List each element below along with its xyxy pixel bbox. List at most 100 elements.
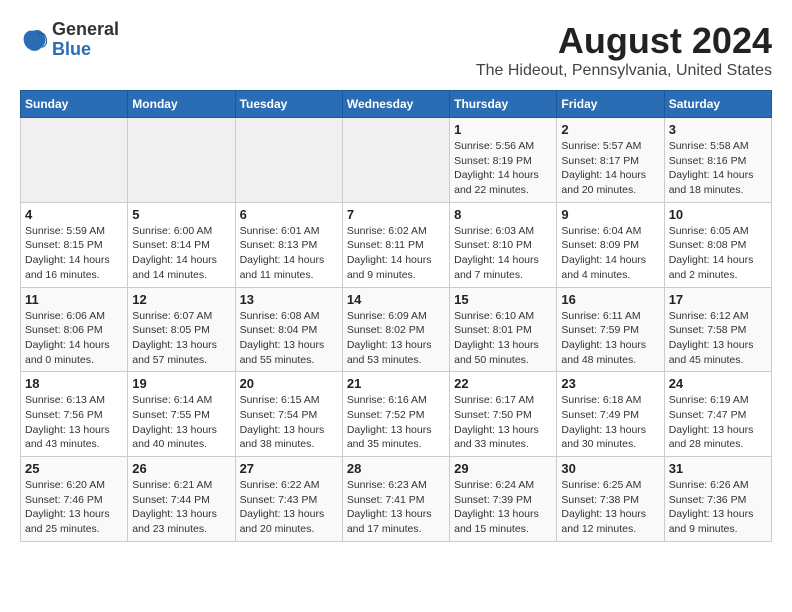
day-info: Sunrise: 6:04 AM Sunset: 8:09 PM Dayligh… — [561, 224, 659, 283]
day-number: 20 — [240, 376, 338, 391]
calendar-cell — [128, 118, 235, 203]
day-number: 25 — [25, 461, 123, 476]
day-info: Sunrise: 6:10 AM Sunset: 8:01 PM Dayligh… — [454, 309, 552, 368]
day-number: 30 — [561, 461, 659, 476]
calendar-cell: 2 Sunrise: 5:57 AM Sunset: 8:17 PM Daylig… — [557, 118, 664, 203]
day-info: Sunrise: 6:00 AM Sunset: 8:14 PM Dayligh… — [132, 224, 230, 283]
month-year-title: August 2024 — [476, 20, 772, 62]
weekday-header-monday: Monday — [128, 91, 235, 118]
calendar-week-row: 18Sunrise: 6:13 AM Sunset: 7:56 PM Dayli… — [21, 372, 772, 457]
calendar-cell: 29 Sunrise: 6:24 AM Sunset: 7:39 PM Dayli… — [450, 457, 557, 542]
day-info: Sunrise: 6:18 AM Sunset: 7:49 PM Dayligh… — [561, 393, 659, 452]
weekday-header-row: SundayMondayTuesdayWednesdayThursdayFrid… — [21, 91, 772, 118]
day-number: 9 — [561, 207, 659, 222]
calendar-week-row: 4 Sunrise: 5:59 AM Sunset: 8:15 PM Daylig… — [21, 202, 772, 287]
calendar-cell: 21Sunrise: 6:16 AM Sunset: 7:52 PM Dayli… — [342, 372, 449, 457]
day-info: Sunrise: 6:03 AM Sunset: 8:10 PM Dayligh… — [454, 224, 552, 283]
day-number: 3 — [669, 122, 767, 137]
calendar-cell: 26 Sunrise: 6:21 AM Sunset: 7:44 PM Dayli… — [128, 457, 235, 542]
day-number: 18 — [25, 376, 123, 391]
day-info: Sunrise: 6:09 AM Sunset: 8:02 PM Dayligh… — [347, 309, 445, 368]
calendar-cell: 11 Sunrise: 6:06 AM Sunset: 8:06 PM Dayli… — [21, 287, 128, 372]
weekday-header-friday: Friday — [557, 91, 664, 118]
day-number: 2 — [561, 122, 659, 137]
day-info: Sunrise: 6:16 AM Sunset: 7:52 PM Dayligh… — [347, 393, 445, 452]
day-number: 15 — [454, 292, 552, 307]
day-info: Sunrise: 6:06 AM Sunset: 8:06 PM Dayligh… — [25, 309, 123, 368]
calendar-cell: 23 Sunrise: 6:18 AM Sunset: 7:49 PM Dayli… — [557, 372, 664, 457]
header: General Blue August 2024 The Hideout, Pe… — [20, 20, 772, 80]
day-info: Sunrise: 6:25 AM Sunset: 7:38 PM Dayligh… — [561, 478, 659, 537]
day-number: 27 — [240, 461, 338, 476]
calendar-cell: 18Sunrise: 6:13 AM Sunset: 7:56 PM Dayli… — [21, 372, 128, 457]
day-number: 26 — [132, 461, 230, 476]
day-number: 10 — [669, 207, 767, 222]
day-info: Sunrise: 6:15 AM Sunset: 7:54 PM Dayligh… — [240, 393, 338, 452]
calendar-week-row: 1 Sunrise: 5:56 AM Sunset: 8:19 PM Daylig… — [21, 118, 772, 203]
day-number: 22 — [454, 376, 552, 391]
day-info: Sunrise: 6:21 AM Sunset: 7:44 PM Dayligh… — [132, 478, 230, 537]
day-info: Sunrise: 6:08 AM Sunset: 8:04 PM Dayligh… — [240, 309, 338, 368]
day-info: Sunrise: 6:24 AM Sunset: 7:39 PM Dayligh… — [454, 478, 552, 537]
day-info: Sunrise: 6:02 AM Sunset: 8:11 PM Dayligh… — [347, 224, 445, 283]
day-info: Sunrise: 5:59 AM Sunset: 8:15 PM Dayligh… — [25, 224, 123, 283]
day-number: 14 — [347, 292, 445, 307]
calendar-cell — [21, 118, 128, 203]
day-info: Sunrise: 5:56 AM Sunset: 8:19 PM Dayligh… — [454, 139, 552, 198]
day-info: Sunrise: 6:05 AM Sunset: 8:08 PM Dayligh… — [669, 224, 767, 283]
weekday-header-wednesday: Wednesday — [342, 91, 449, 118]
calendar-cell — [342, 118, 449, 203]
day-number: 1 — [454, 122, 552, 137]
calendar-cell: 13 Sunrise: 6:08 AM Sunset: 8:04 PM Dayli… — [235, 287, 342, 372]
calendar-cell: 5 Sunrise: 6:00 AM Sunset: 8:14 PM Daylig… — [128, 202, 235, 287]
weekday-header-tuesday: Tuesday — [235, 91, 342, 118]
calendar-table: SundayMondayTuesdayWednesdayThursdayFrid… — [20, 90, 772, 542]
weekday-header-saturday: Saturday — [664, 91, 771, 118]
day-info: Sunrise: 6:23 AM Sunset: 7:41 PM Dayligh… — [347, 478, 445, 537]
calendar-cell: 8Sunrise: 6:03 AM Sunset: 8:10 PM Daylig… — [450, 202, 557, 287]
calendar-cell: 15 Sunrise: 6:10 AM Sunset: 8:01 PM Dayli… — [450, 287, 557, 372]
calendar-cell: 17Sunrise: 6:12 AM Sunset: 7:58 PM Dayli… — [664, 287, 771, 372]
calendar-cell: 30 Sunrise: 6:25 AM Sunset: 7:38 PM Dayli… — [557, 457, 664, 542]
day-number: 16 — [561, 292, 659, 307]
day-number: 7 — [347, 207, 445, 222]
day-info: Sunrise: 6:01 AM Sunset: 8:13 PM Dayligh… — [240, 224, 338, 283]
logo-icon — [20, 26, 48, 54]
logo-general-text: General — [52, 19, 119, 39]
day-number: 23 — [561, 376, 659, 391]
calendar-cell: 22 Sunrise: 6:17 AM Sunset: 7:50 PM Dayli… — [450, 372, 557, 457]
day-info: Sunrise: 6:19 AM Sunset: 7:47 PM Dayligh… — [669, 393, 767, 452]
calendar-cell: 27 Sunrise: 6:22 AM Sunset: 7:43 PM Dayli… — [235, 457, 342, 542]
weekday-header-thursday: Thursday — [450, 91, 557, 118]
day-number: 4 — [25, 207, 123, 222]
day-number: 12 — [132, 292, 230, 307]
calendar-week-row: 25 Sunrise: 6:20 AM Sunset: 7:46 PM Dayli… — [21, 457, 772, 542]
day-number: 31 — [669, 461, 767, 476]
calendar-cell: 31 Sunrise: 6:26 AM Sunset: 7:36 PM Dayli… — [664, 457, 771, 542]
calendar-cell: 28Sunrise: 6:23 AM Sunset: 7:41 PM Dayli… — [342, 457, 449, 542]
calendar-cell: 9 Sunrise: 6:04 AM Sunset: 8:09 PM Daylig… — [557, 202, 664, 287]
calendar-cell: 7 Sunrise: 6:02 AM Sunset: 8:11 PM Daylig… — [342, 202, 449, 287]
day-info: Sunrise: 6:26 AM Sunset: 7:36 PM Dayligh… — [669, 478, 767, 537]
logo: General Blue — [20, 20, 119, 60]
calendar-cell: 24Sunrise: 6:19 AM Sunset: 7:47 PM Dayli… — [664, 372, 771, 457]
day-info: Sunrise: 6:07 AM Sunset: 8:05 PM Dayligh… — [132, 309, 230, 368]
title-area: August 2024 The Hideout, Pennsylvania, U… — [476, 20, 772, 80]
day-info: Sunrise: 6:20 AM Sunset: 7:46 PM Dayligh… — [25, 478, 123, 537]
day-number: 5 — [132, 207, 230, 222]
day-info: Sunrise: 5:57 AM Sunset: 8:17 PM Dayligh… — [561, 139, 659, 198]
calendar-cell: 25 Sunrise: 6:20 AM Sunset: 7:46 PM Dayli… — [21, 457, 128, 542]
day-number: 6 — [240, 207, 338, 222]
location-subtitle: The Hideout, Pennsylvania, United States — [476, 62, 772, 80]
day-info: Sunrise: 6:22 AM Sunset: 7:43 PM Dayligh… — [240, 478, 338, 537]
calendar-cell: 20 Sunrise: 6:15 AM Sunset: 7:54 PM Dayli… — [235, 372, 342, 457]
day-number: 11 — [25, 292, 123, 307]
day-info: Sunrise: 6:17 AM Sunset: 7:50 PM Dayligh… — [454, 393, 552, 452]
day-number: 17 — [669, 292, 767, 307]
day-number: 19 — [132, 376, 230, 391]
calendar-cell: 14 Sunrise: 6:09 AM Sunset: 8:02 PM Dayli… — [342, 287, 449, 372]
calendar-week-row: 11 Sunrise: 6:06 AM Sunset: 8:06 PM Dayli… — [21, 287, 772, 372]
calendar-cell: 6 Sunrise: 6:01 AM Sunset: 8:13 PM Daylig… — [235, 202, 342, 287]
day-number: 13 — [240, 292, 338, 307]
day-number: 29 — [454, 461, 552, 476]
